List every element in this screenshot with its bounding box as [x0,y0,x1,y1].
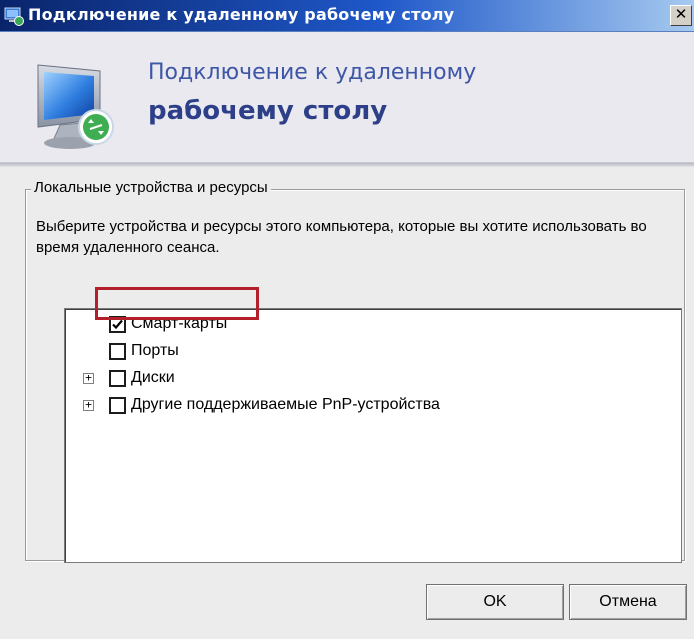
local-devices-groupbox: Локальные устройства и ресурсы Выберите … [25,179,685,563]
close-button[interactable]: ✕ [670,5,692,26]
tree-item-ports[interactable]: Порты [65,340,665,364]
tree-item-pnp-devices[interactable]: + Другие поддерживаемые PnP-устройства [65,394,665,418]
checkmark-icon [112,319,123,330]
tree-item-drives[interactable]: + Диски [65,367,665,391]
title-bar: Подключение к удаленному рабочему столу … [0,0,694,32]
ports-checkbox[interactable] [109,343,126,360]
banner-subtitle: Подключение к удаленному [148,60,477,85]
drives-checkbox[interactable] [109,370,126,387]
window-title: Подключение к удаленному рабочему столу [28,5,455,24]
groupbox-description: Выберите устройства и ресурсы этого комп… [36,218,647,256]
dialog-body: Локальные устройства и ресурсы Выберите … [0,167,694,639]
smart-cards-highlight-box [95,287,259,320]
header-banner: Подключение к удаленному рабочему столу [0,32,694,163]
remote-desktop-monitor-icon [37,64,114,149]
tree-item-label: Диски [131,369,175,386]
pnp-devices-checkbox[interactable] [109,397,126,414]
remote-desktop-app-icon [4,7,24,26]
tree-item-label: Порты [131,342,179,359]
expand-plus-icon[interactable]: + [83,399,94,411]
devices-tree[interactable]: Смарт-карты Порты + Диски + Другие подде… [64,308,682,563]
banner-title: рабочему столу [148,96,388,126]
cancel-button[interactable]: Отмена [569,584,687,620]
tree-item-label: Другие поддерживаемые PnP-устройства [131,396,440,413]
ok-button[interactable]: OK [426,584,564,620]
groupbox-legend: Локальные устройства и ресурсы [31,179,271,196]
expand-plus-icon[interactable]: + [83,372,94,384]
